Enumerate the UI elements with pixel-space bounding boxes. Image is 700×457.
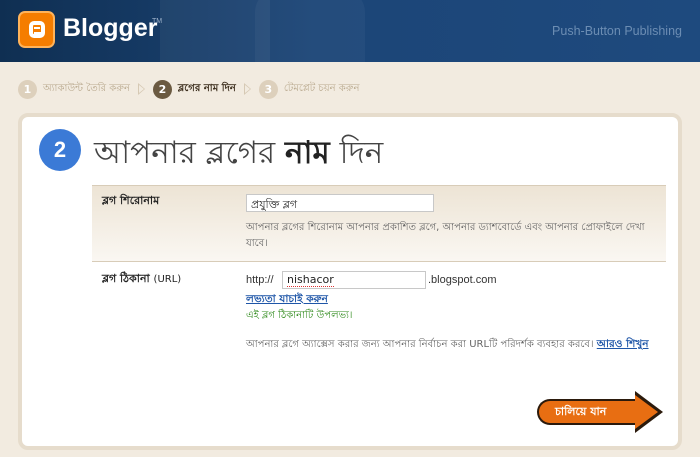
header-decoration: [255, 0, 365, 62]
step-label: অ্যাকাউন্ট তৈরি করুন: [43, 82, 130, 94]
trademark: TM: [152, 18, 163, 25]
blog-title-section: ব্লগ শিরোনাম প্রযুক্তি ব্লগ আপনার ব্লগের…: [92, 185, 666, 261]
blog-address-help: আপনার ব্লগে অ্যাক্সেস করার জন্য আপনার নি…: [246, 336, 662, 353]
header-bar: Blogger TM Push-Button Publishing: [0, 0, 700, 62]
url-prefix: http://: [246, 274, 274, 286]
url-suffix: .blogspot.com: [428, 274, 497, 286]
page-title-post: দিন: [339, 135, 384, 171]
header-decoration: [160, 0, 270, 62]
progress-steps: 1 অ্যাকাউন্ট তৈরি করুন 2 ব্লগের নাম দিন …: [18, 78, 359, 100]
step-number: 3: [258, 79, 278, 99]
continue-button[interactable]: চালিয়ে যান: [537, 391, 665, 433]
arrow-right-icon-fill: [635, 395, 658, 429]
brand-name[interactable]: Blogger: [63, 14, 157, 43]
blog-address-help-text: আপনার ব্লগে অ্যাক্সেস করার জন্য আপনার নি…: [246, 339, 594, 350]
step-arrow-icon: [137, 83, 145, 95]
blog-address-label-text: ব্লগ ঠিকানা: [102, 272, 150, 285]
blog-title-input[interactable]: প্রযুক্তি ব্লগ: [246, 194, 434, 212]
learn-more-link[interactable]: আরও শিখুন: [597, 338, 649, 350]
current-step-badge: 2: [39, 129, 81, 171]
step-name-blog: 2 ব্লগের নাম দিন: [152, 79, 236, 99]
tagline: Push-Button Publishing: [552, 24, 682, 38]
step-choose-template: 3 টেমপ্লেট চয়ন করুন: [258, 79, 360, 99]
blog-title-help: আপনার ব্লগের শিরোনাম আপনার প্রকাশিত ব্লগ…: [246, 222, 645, 249]
check-availability-link[interactable]: লভ্যতা যাচাই করুন: [246, 292, 328, 309]
step-label: ব্লগের নাম দিন: [177, 82, 236, 94]
step-number: 2: [152, 79, 172, 99]
blog-title-label: ব্লগ শিরোনাম: [102, 194, 160, 207]
page-title-pre: আপনার ব্লগের: [94, 135, 276, 171]
blog-address-label-suffix: (URL): [153, 274, 182, 285]
main-card: 2 আপনার ব্লগের নাম দিন ব্লগ শিরোনাম প্রয…: [18, 113, 682, 450]
blog-address-section: ব্লগ ঠিকানা (URL) http:// nishacor .blog…: [92, 261, 666, 381]
blog-address-input[interactable]: nishacor: [282, 271, 426, 289]
blog-address-value: nishacor: [287, 273, 334, 287]
step-create-account: 1 অ্যাকাউন্ট তৈরি করুন: [18, 79, 130, 99]
step-number: 1: [18, 79, 37, 99]
continue-label: চালিয়ে যান: [537, 399, 637, 425]
step-label: টেমপ্লেট চয়ন করুন: [283, 82, 360, 94]
blog-address-label: ব্লগ ঠিকানা (URL): [102, 270, 181, 289]
page-title-bold: নাম: [285, 135, 330, 171]
step-arrow-icon: [243, 83, 251, 95]
page-title: আপনার ব্লগের নাম দিন: [94, 129, 383, 181]
availability-status: এই ব্লগ ঠিকানাটি উপলভ্য।: [246, 310, 353, 321]
blogger-logo-icon[interactable]: [18, 11, 55, 48]
